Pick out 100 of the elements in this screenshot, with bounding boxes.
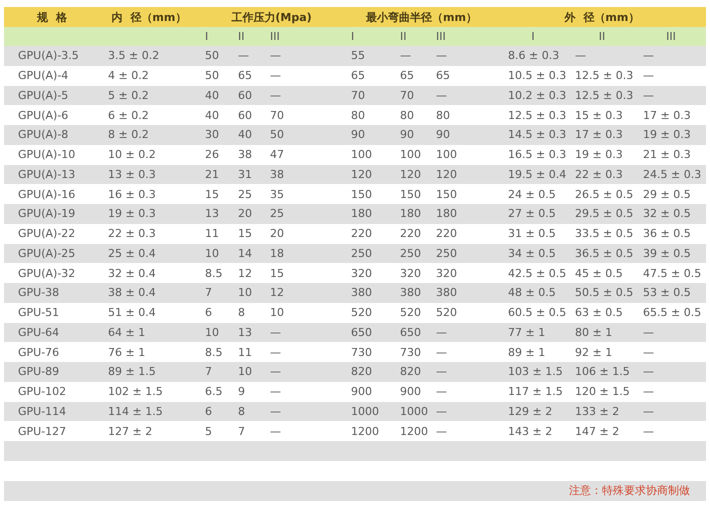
table-cell-text: 320: [350, 266, 373, 280]
table-cell-text: —: [435, 424, 448, 438]
table-cell-text: —: [269, 49, 282, 62]
table-cell-text: 250: [399, 246, 422, 260]
column-subheader: II: [598, 30, 606, 43]
table-cell-text: 17 ± 0.3: [574, 128, 624, 142]
table-cell-text: 10 ± 0.2: [107, 148, 157, 162]
table-cell-text: 820: [399, 365, 422, 378]
table-cell-text: GPU-51: [17, 306, 60, 320]
table-cell-text: —: [269, 365, 282, 378]
table-cell-text: 80: [435, 108, 451, 122]
table-cell-text: 25: [269, 207, 285, 220]
table-cell-text: GPU-102: [17, 385, 68, 398]
table-cell-text: 50: [204, 49, 220, 62]
column-subheader: I: [350, 30, 356, 43]
column-subheader: II: [399, 30, 408, 43]
table-cell-text: 380: [435, 286, 458, 300]
table-cell-text: 45 ± 0.5: [574, 266, 624, 280]
table-cell-text: 150: [399, 188, 422, 201]
table-cell-text: 106 ± 1.5: [574, 365, 631, 378]
table-cell-text: —: [435, 326, 448, 339]
table-cell-text: GPU(A)-19: [17, 207, 76, 220]
table-cell-text: GPU(A)-6: [17, 108, 70, 122]
table-cell-text: 26.5 ± 0.5: [574, 188, 634, 201]
table-cell-text: 36 ± 0.5: [642, 227, 692, 240]
table-cell-text: 18: [269, 246, 285, 260]
table-cell-text: 11: [204, 227, 220, 240]
table-cell-text: 63 ± 0.5: [574, 306, 624, 320]
table-cell-text: 51 ± 0.4: [107, 306, 157, 320]
table-cell-text: 65: [399, 69, 415, 82]
table-cell-text: 12.5 ± 0.3: [574, 88, 634, 102]
table-cell-text: 17 ± 0.3: [642, 108, 692, 122]
table-cell-text: 15: [204, 188, 220, 201]
table-cell-text: 12: [269, 286, 285, 300]
table-cell-text: —: [642, 424, 655, 438]
table-cell-text: 1000: [399, 404, 429, 418]
table-cell-text: 10: [237, 365, 253, 378]
table-cell-text: 100: [350, 148, 373, 162]
table-cell-text: 12.5 ± 0.3: [574, 69, 634, 82]
table-cell-text: —: [269, 346, 282, 359]
table-cell-text: 65.5 ± 0.5: [642, 306, 702, 320]
table-cell-text: 20: [269, 227, 285, 240]
table-cell-text: —: [642, 69, 655, 82]
table-cell-text: —: [642, 346, 655, 359]
table-cell-text: 120 ± 1.5: [574, 385, 631, 398]
table-cell-text: 40: [204, 88, 220, 102]
table-cell-text: 19 ± 0.3: [642, 128, 692, 142]
table-cell-text: GPU(A)-32: [17, 266, 76, 280]
table-cell-text: —: [642, 385, 655, 398]
table-cell-text: 11: [237, 346, 253, 359]
table-cell-text: GPU-76: [17, 346, 60, 359]
table-cell-text: 19 ± 0.3: [107, 207, 157, 220]
table-cell-text: 150: [350, 188, 373, 201]
table-cell-text: —: [435, 404, 448, 418]
table-cell-text: 220: [399, 227, 422, 240]
table-cell-text: 38: [269, 168, 285, 181]
table-cell-text: 250: [435, 246, 458, 260]
table-cell-text: 4 ± 0.2: [107, 69, 150, 82]
table-cell-text: 64 ± 1: [107, 326, 146, 339]
table-cell-text: 730: [399, 346, 422, 359]
table-cell-text: 90: [350, 128, 366, 142]
table-cell-text: 6: [204, 306, 213, 320]
table-cell-text: 20: [237, 207, 253, 220]
table-cell-text: 32 ± 0.4: [107, 266, 157, 280]
table-cell-text: 40: [204, 108, 220, 122]
table-cell-text: 120: [399, 168, 422, 181]
table-cell-text: 180: [435, 207, 458, 220]
table-cell-text: 117 ± 1.5: [507, 385, 564, 398]
table-cell-text: —: [435, 88, 448, 102]
table-cell-text: 12.5 ± 0.3: [507, 108, 568, 122]
column-subheader: II: [237, 30, 246, 43]
table-cell-text: GPU-64: [17, 326, 60, 339]
table-cell-text: GPU(A)-13: [17, 168, 76, 181]
table-cell-text: 13: [237, 326, 253, 339]
table-cell-text: 22 ± 0.3: [574, 168, 624, 181]
table-cell-text: 1000: [350, 404, 380, 418]
table-cell-text: 100: [435, 148, 458, 162]
table-cell-text: 19 ± 0.3: [574, 148, 624, 162]
table-cell-text: 3.5 ± 0.2: [107, 49, 160, 62]
column-header: 工作压力(Mpa): [230, 10, 313, 24]
table-cell-text: 8.5: [204, 266, 224, 280]
table-cell-text: 6: [204, 404, 213, 418]
table-cell-text: 900: [350, 385, 373, 398]
table-cell-text: 114 ± 1.5: [107, 404, 164, 418]
table-cell-text: —: [435, 385, 448, 398]
table-cell-text: GPU-38: [17, 286, 60, 300]
table-cell-text: 120: [435, 168, 458, 181]
table-cell-text: 8.6 ± 0.3: [507, 49, 560, 62]
table-cell-text: 250: [350, 246, 373, 260]
table-cell-text: 129 ± 2: [507, 404, 554, 418]
table-cell-text: 10: [204, 326, 220, 339]
table-cell-text: —: [642, 88, 655, 102]
table-cell-text: GPU-89: [17, 365, 60, 378]
column-header: 最小弯曲半径（mm）: [365, 10, 478, 24]
table-cell-text: 1200: [350, 424, 380, 438]
table-cell-text: 900: [399, 385, 422, 398]
table-cell-text: 15: [269, 266, 285, 280]
table-cell-text: 133 ± 2: [574, 404, 620, 418]
table-cell-text: —: [269, 404, 282, 418]
column-subheader: I: [204, 30, 210, 43]
